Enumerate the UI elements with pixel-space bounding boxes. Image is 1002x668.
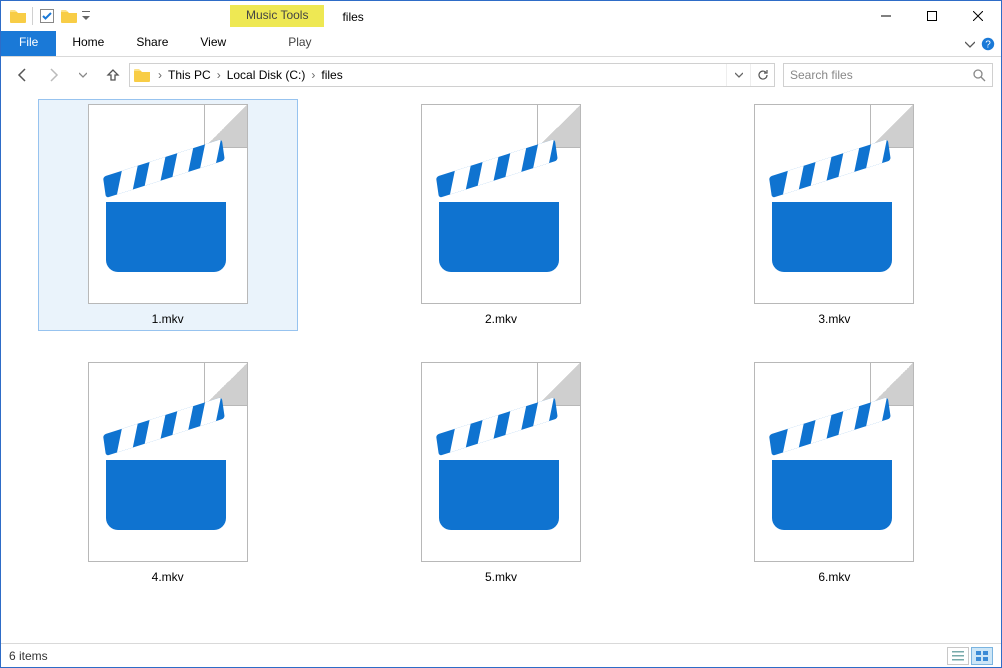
ribbon-tabs: File Home Share View Play ? — [1, 31, 1001, 57]
chevron-right-icon[interactable]: › — [154, 68, 166, 82]
chevron-right-icon[interactable]: › — [213, 68, 225, 82]
minimize-button[interactable] — [863, 1, 909, 31]
checkbox-icon[interactable] — [36, 5, 58, 27]
file-item[interactable]: 6.mkv — [704, 357, 964, 589]
address-bar[interactable]: › This PC › Local Disk (C:) › files — [129, 63, 775, 87]
video-file-icon — [421, 104, 581, 304]
large-icons-view-button[interactable] — [971, 647, 993, 665]
tab-share[interactable]: Share — [120, 31, 184, 56]
tab-play[interactable]: Play — [272, 31, 327, 56]
file-item[interactable]: 3.mkv — [704, 99, 964, 331]
navigation-bar: › This PC › Local Disk (C:) › files Sear… — [1, 57, 1001, 93]
tab-view[interactable]: View — [184, 31, 242, 56]
video-file-icon — [421, 362, 581, 562]
file-item[interactable]: 4.mkv — [38, 357, 298, 589]
back-button[interactable] — [15, 67, 31, 83]
close-button[interactable] — [955, 1, 1001, 31]
file-item[interactable]: 2.mkv — [371, 99, 631, 331]
search-input[interactable]: Search files — [783, 63, 993, 87]
file-view[interactable]: 1.mkv 2.mkv 3.mkv 4.mkv 5.mkv 6.mkv — [1, 93, 1001, 643]
forward-button[interactable] — [45, 67, 61, 83]
up-button[interactable] — [105, 67, 121, 83]
video-file-icon — [754, 362, 914, 562]
svg-text:?: ? — [985, 40, 991, 51]
quick-access-toolbar — [1, 5, 92, 27]
video-file-icon — [754, 104, 914, 304]
search-icon — [973, 69, 986, 82]
file-item[interactable]: 1.mkv — [38, 99, 298, 331]
help-icon[interactable]: ? — [981, 37, 995, 51]
status-text: 6 items — [9, 649, 48, 663]
search-placeholder: Search files — [790, 68, 853, 82]
window-controls — [863, 1, 1001, 31]
folder-icon — [7, 5, 29, 27]
file-name: 3.mkv — [818, 312, 850, 326]
folder-icon — [130, 68, 154, 82]
window-title: files — [342, 8, 363, 24]
maximize-button[interactable] — [909, 1, 955, 31]
separator — [32, 7, 33, 25]
refresh-button[interactable] — [750, 64, 774, 86]
ribbon-context-music-tools: Music Tools — [230, 5, 324, 27]
file-name: 4.mkv — [152, 570, 184, 584]
history-dropdown-icon[interactable] — [79, 71, 87, 79]
tab-home[interactable]: Home — [56, 31, 120, 56]
breadcrumb-segment[interactable]: Local Disk (C:) — [225, 68, 308, 82]
qat-dropdown-icon[interactable] — [80, 5, 92, 27]
file-name: 5.mkv — [485, 570, 517, 584]
titlebar: Music Tools files — [1, 1, 1001, 31]
video-file-icon — [88, 362, 248, 562]
breadcrumb-segment[interactable]: This PC — [166, 68, 213, 82]
file-name: 1.mkv — [152, 312, 184, 326]
details-view-button[interactable] — [947, 647, 969, 665]
tab-file[interactable]: File — [1, 31, 56, 56]
file-item[interactable]: 5.mkv — [371, 357, 631, 589]
chevron-right-icon[interactable]: › — [307, 68, 319, 82]
folder-icon — [58, 5, 80, 27]
video-file-icon — [88, 104, 248, 304]
file-name: 6.mkv — [818, 570, 850, 584]
breadcrumb-segment[interactable]: files — [319, 68, 344, 82]
ribbon-expand-icon[interactable] — [965, 39, 975, 49]
status-bar: 6 items — [1, 643, 1001, 667]
file-name: 2.mkv — [485, 312, 517, 326]
address-dropdown-icon[interactable] — [726, 64, 750, 86]
